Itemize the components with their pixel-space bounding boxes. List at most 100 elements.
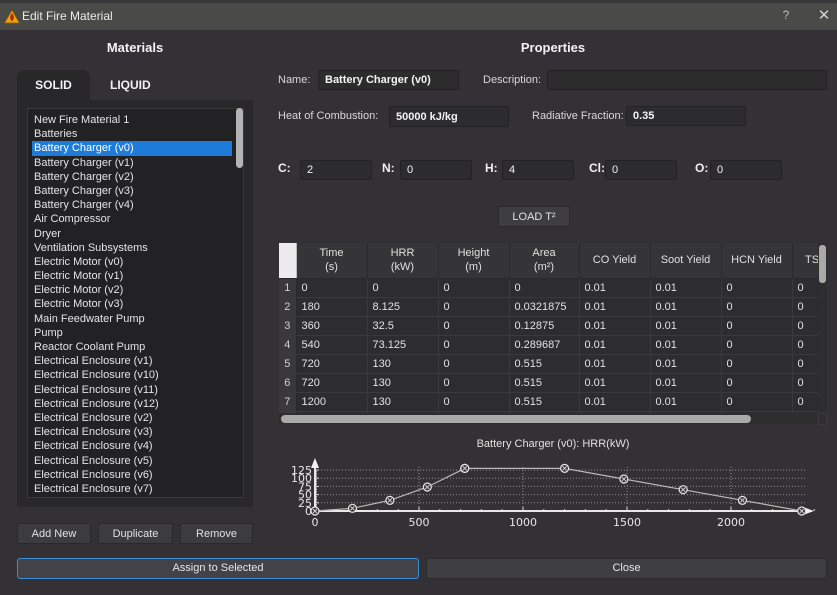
- column-header[interactable]: Area (m²): [509, 243, 580, 279]
- table-cell[interactable]: 0: [792, 354, 819, 374]
- heat-of-combustion-field[interactable]: [389, 106, 509, 127]
- nitrogen-field[interactable]: [400, 160, 472, 180]
- list-item[interactable]: Electrical Enclosure (v1): [32, 354, 232, 368]
- table-cell[interactable]: 0.289687: [509, 335, 580, 355]
- column-header[interactable]: CO Yield: [579, 243, 651, 279]
- table-cell[interactable]: 0: [509, 278, 580, 298]
- tab-liquid[interactable]: LIQUID: [110, 78, 151, 92]
- list-item[interactable]: Electrical Enclosure (v2): [32, 411, 232, 425]
- help-button[interactable]: ?: [779, 8, 793, 26]
- table-cell[interactable]: 0.01: [579, 373, 651, 393]
- table-cell[interactable]: 0: [296, 278, 368, 298]
- table-cell[interactable]: 0.01: [579, 354, 651, 374]
- table-cell[interactable]: 0: [721, 335, 793, 355]
- table-row[interactable]: 3 360 32.5 0 0.12875 0.01 0.01 0 0: [279, 316, 819, 336]
- table-cell[interactable]: 130: [367, 392, 439, 412]
- table-cell[interactable]: 0: [367, 278, 439, 298]
- table-cell[interactable]: 0.01: [579, 278, 651, 298]
- column-header[interactable]: Time (s): [296, 243, 368, 279]
- table-cell[interactable]: 0: [721, 354, 793, 374]
- table-cell[interactable]: 0: [721, 316, 793, 336]
- row-header[interactable]: 5: [279, 354, 297, 374]
- table-cell[interactable]: 720: [296, 373, 368, 393]
- list-item[interactable]: Dryer: [32, 227, 232, 241]
- tab-solid[interactable]: SOLID: [17, 70, 90, 101]
- name-field[interactable]: [318, 70, 459, 90]
- table-corner[interactable]: [279, 243, 297, 279]
- table-cell[interactable]: 180: [296, 297, 368, 317]
- list-item[interactable]: Air Compressor: [32, 212, 232, 226]
- assign-to-selected-button[interactable]: Assign to Selected: [17, 558, 419, 579]
- table-cell[interactable]: 0.01: [650, 278, 722, 298]
- table-cell[interactable]: 0.01: [579, 297, 651, 317]
- description-field[interactable]: [547, 70, 827, 90]
- radiative-fraction-field[interactable]: [626, 106, 746, 126]
- list-item[interactable]: Electrical Enclosure (v6): [32, 468, 232, 482]
- close-window-button[interactable]: ✕: [815, 7, 833, 25]
- table-cell[interactable]: 0: [792, 297, 819, 317]
- list-item[interactable]: Battery Charger (v2): [32, 170, 232, 184]
- table-cell[interactable]: 0: [438, 354, 510, 374]
- duplicate-button[interactable]: Duplicate: [98, 523, 173, 544]
- table-cell[interactable]: 0.515: [509, 373, 580, 393]
- table-cell[interactable]: 0.01: [579, 392, 651, 412]
- table-cell[interactable]: 0: [438, 297, 510, 317]
- list-item[interactable]: Battery Charger (v4): [32, 198, 232, 212]
- table-cell[interactable]: 0: [792, 278, 819, 298]
- table-cell[interactable]: 130: [367, 373, 439, 393]
- column-header[interactable]: HCN Yield: [721, 243, 793, 279]
- list-item[interactable]: Electric Motor (v1): [32, 269, 232, 283]
- table-cell[interactable]: 0: [438, 335, 510, 355]
- load-t2-button[interactable]: LOAD T²: [498, 206, 570, 227]
- table-row[interactable]: 5 720 130 0 0.515 0.01 0.01 0 0: [279, 354, 819, 374]
- list-item[interactable]: Main Feedwater Pump: [32, 312, 232, 326]
- table-cell[interactable]: 0.0321875: [509, 297, 580, 317]
- remove-button[interactable]: Remove: [180, 523, 253, 544]
- list-item[interactable]: Electric Motor (v3): [32, 297, 232, 311]
- table-cell[interactable]: 0: [438, 392, 510, 412]
- table-cell[interactable]: 0: [438, 373, 510, 393]
- column-header[interactable]: Height (m): [438, 243, 510, 279]
- table-cell[interactable]: 73.125: [367, 335, 439, 355]
- list-item[interactable]: Electrical Enclosure (v4): [32, 439, 232, 453]
- column-header[interactable]: TS: [792, 243, 819, 279]
- close-button[interactable]: Close: [426, 558, 827, 579]
- hydrogen-field[interactable]: [502, 160, 574, 180]
- row-header[interactable]: 6: [279, 373, 297, 393]
- table-cell[interactable]: 0.01: [579, 316, 651, 336]
- hrr-table[interactable]: Time (s) HRR (kW) Height (m) Area (m²) CO Yield S…: [279, 243, 819, 413]
- table-cell[interactable]: 0.515: [509, 354, 580, 374]
- column-header[interactable]: HRR (kW): [367, 243, 439, 279]
- materials-list[interactable]: New Fire Material 1 Batteries Battery Char…: [27, 108, 244, 498]
- table-row[interactable]: 4 540 73.125 0 0.289687 0.01 0.01 0 0: [279, 335, 819, 355]
- table-horizontal-scrollbar[interactable]: [281, 415, 751, 423]
- table-cell[interactable]: 0: [792, 373, 819, 393]
- table-cell[interactable]: 0: [792, 316, 819, 336]
- table-cell[interactable]: 0: [721, 297, 793, 317]
- row-header[interactable]: 2: [279, 297, 297, 317]
- list-item[interactable]: Pump: [32, 326, 232, 340]
- table-cell[interactable]: 0: [792, 392, 819, 412]
- table-cell[interactable]: 0.515: [509, 392, 580, 412]
- list-item[interactable]: Electrical Enclosure (v7): [32, 482, 232, 496]
- table-cell[interactable]: 0.12875: [509, 316, 580, 336]
- add-new-button[interactable]: Add New: [17, 523, 91, 544]
- table-cell[interactable]: 0: [721, 392, 793, 412]
- table-cell[interactable]: 0: [792, 335, 819, 355]
- table-cell[interactable]: 0.01: [579, 335, 651, 355]
- table-cell[interactable]: 0: [721, 278, 793, 298]
- list-item[interactable]: Electric Motor (v0): [32, 255, 232, 269]
- table-cell[interactable]: 360: [296, 316, 368, 336]
- row-header[interactable]: 7: [279, 392, 297, 412]
- table-cell[interactable]: 0.01: [650, 354, 722, 374]
- list-item[interactable]: Battery Charger (v1): [32, 156, 232, 170]
- list-item[interactable]: Battery Charger (v3): [32, 184, 232, 198]
- list-item[interactable]: Electrical Enclosure (v12): [32, 397, 232, 411]
- oxygen-field[interactable]: [710, 160, 782, 180]
- table-cell[interactable]: 130: [367, 354, 439, 374]
- table-cell[interactable]: 0: [721, 373, 793, 393]
- table-row[interactable]: 1 0 0 0 0 0.01 0.01 0 0: [279, 278, 819, 298]
- table-cell[interactable]: 0.01: [650, 335, 722, 355]
- table-cell[interactable]: 0.01: [650, 316, 722, 336]
- list-item[interactable]: Reactor Coolant Pump: [32, 340, 232, 354]
